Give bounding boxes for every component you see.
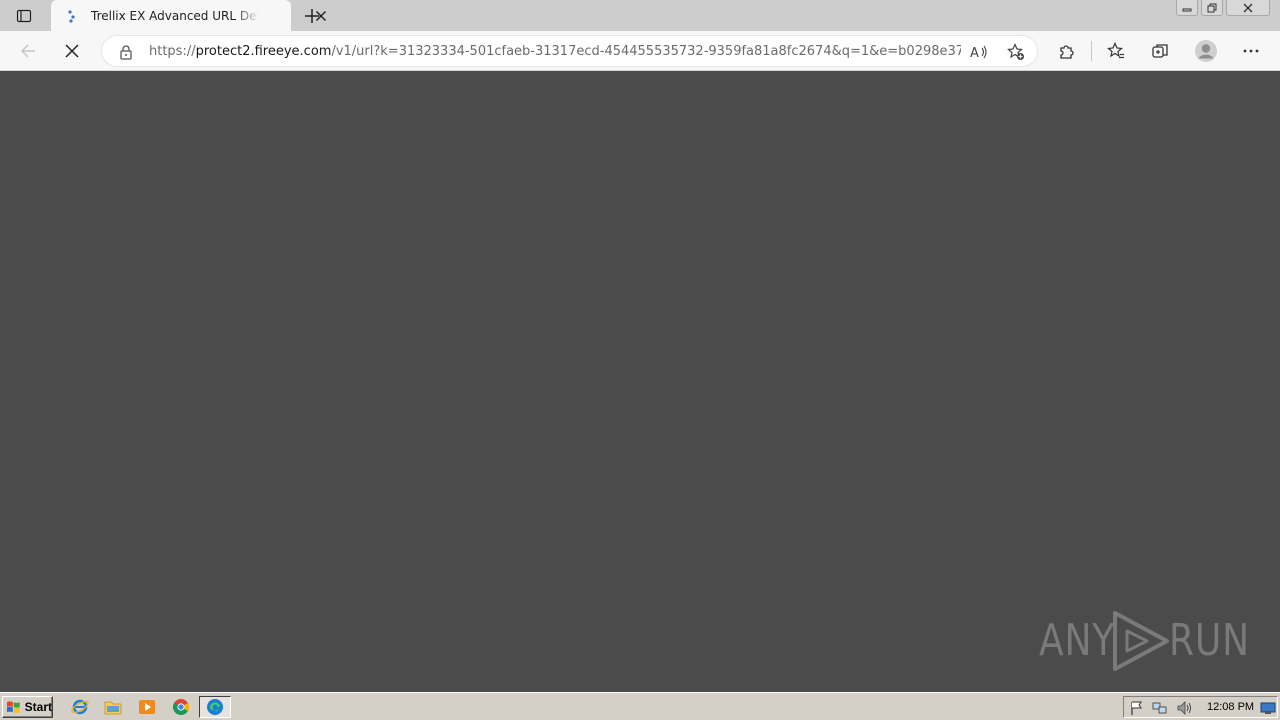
browser-toolbar: https://protect2.fireeye.com/v1/url?k=31…	[0, 31, 1280, 71]
url-scheme: https://	[149, 44, 196, 59]
file-explorer-icon[interactable]	[104, 698, 122, 716]
minimize-icon	[1182, 8, 1192, 11]
extensions-button[interactable]	[1057, 41, 1077, 61]
window-controls	[1173, 0, 1270, 18]
back-button[interactable]	[18, 41, 38, 61]
stop-button[interactable]	[62, 41, 82, 61]
url-text[interactable]: https://protect2.fireeye.com/v1/url?k=31…	[149, 44, 961, 60]
anyrun-watermark: ANY RUN	[1039, 609, 1249, 673]
desktop-icon[interactable]	[1260, 700, 1276, 716]
profile-button[interactable]	[1194, 39, 1218, 63]
loading-spinner-icon	[68, 10, 75, 23]
watermark-text-left: ANY	[1039, 615, 1116, 666]
stop-loading-icon	[65, 44, 79, 58]
taskbar-clock[interactable]: 12:08 PM	[1207, 701, 1254, 713]
media-player-icon[interactable]	[138, 698, 156, 716]
tab-actions-button[interactable]	[8, 0, 40, 31]
browser-tab[interactable]: Trellix EX Advanced URL Defense	[51, 0, 326, 31]
windows-logo-icon	[6, 701, 20, 714]
restore-button[interactable]	[1201, 0, 1223, 16]
back-arrow-icon	[21, 44, 35, 58]
edge-icon	[207, 699, 223, 715]
tab-title: Trellix EX Advanced URL Defense	[91, 9, 259, 23]
system-tray: 12:08 PM	[1123, 696, 1278, 718]
action-center-flag-icon[interactable]	[1129, 700, 1145, 716]
start-label: Start	[24, 700, 52, 714]
new-tab-button[interactable]	[302, 6, 322, 26]
internet-explorer-icon[interactable]	[71, 698, 89, 716]
favorites-icon	[1107, 42, 1124, 59]
more-menu-button[interactable]	[1241, 41, 1261, 61]
edge-taskbar-button[interactable]	[199, 696, 231, 718]
network-icon[interactable]	[1152, 700, 1168, 716]
minimize-button[interactable]	[1176, 0, 1198, 16]
play-logo-icon	[1113, 611, 1169, 671]
toolbar-separator	[1091, 41, 1092, 61]
start-button[interactable]: Start	[2, 696, 53, 718]
extensions-icon	[1060, 45, 1074, 59]
add-favorite-icon[interactable]	[1007, 43, 1025, 61]
url-path: /v1/url?k=31323334-501cfaeb-31317ecd-454…	[331, 44, 961, 59]
volume-icon[interactable]	[1176, 700, 1192, 716]
url-host: protect2.fireeye.com	[195, 44, 332, 59]
page-content: ANY RUN	[0, 71, 1280, 692]
tab-actions-icon	[16, 9, 32, 22]
watermark-text-right: RUN	[1169, 615, 1250, 666]
more-menu-icon	[1243, 49, 1259, 53]
profile-avatar-icon	[1195, 40, 1217, 62]
svg-text:A: A	[970, 46, 979, 60]
favorites-button[interactable]	[1106, 41, 1126, 61]
window-close-button[interactable]	[1226, 0, 1270, 16]
tab-strip: Trellix EX Advanced URL Defense	[0, 0, 1280, 31]
chrome-icon[interactable]	[172, 698, 190, 716]
address-bar[interactable]: https://protect2.fireeye.com/v1/url?k=31…	[101, 35, 1038, 67]
taskbar: Start 12:08 PM	[0, 692, 1280, 720]
restore-icon	[1207, 3, 1217, 12]
read-aloud-icon[interactable]: A	[970, 44, 988, 60]
collections-icon	[1152, 44, 1168, 58]
collections-button[interactable]	[1150, 41, 1170, 61]
lock-icon[interactable]	[118, 44, 134, 60]
close-icon	[1243, 3, 1253, 12]
